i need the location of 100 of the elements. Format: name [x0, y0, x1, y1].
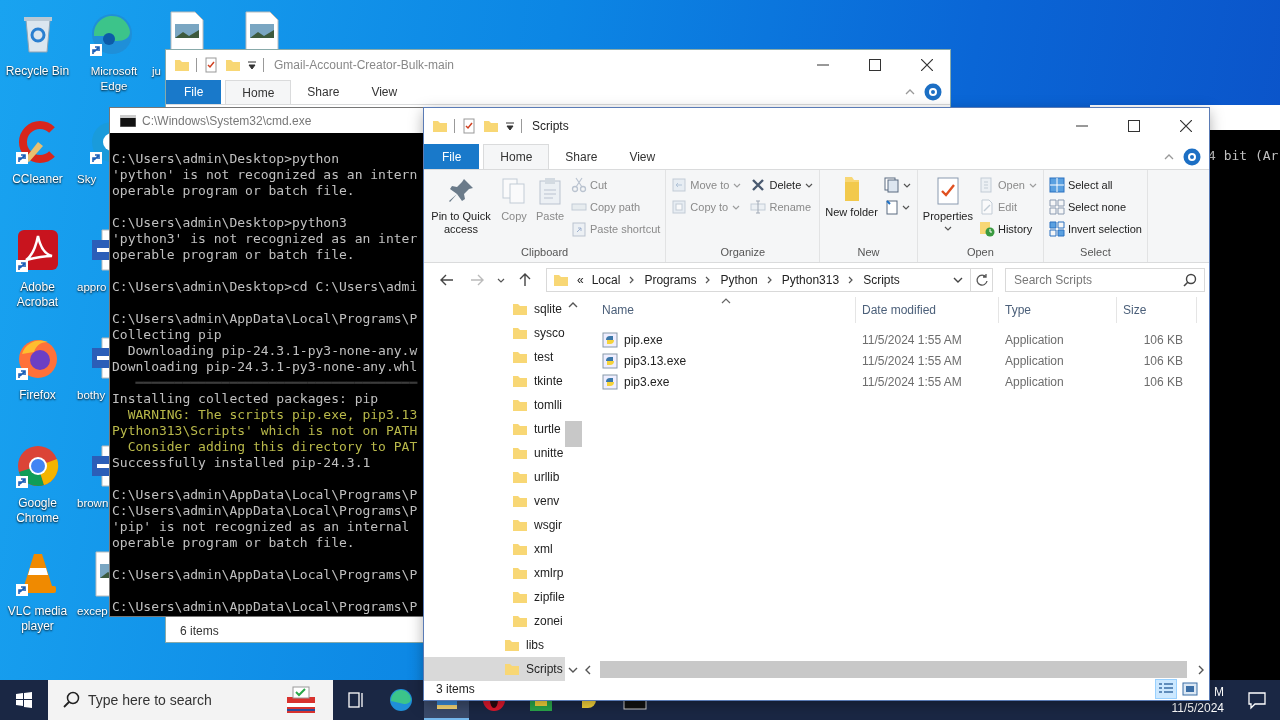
console-line: 'pip' is not recognized as an internal: [112, 519, 410, 534]
tree-item[interactable]: sqlite: [424, 297, 565, 321]
tree-item[interactable]: zonei: [424, 609, 565, 633]
ribbon-tab[interactable]: Home: [483, 144, 550, 169]
tree-item[interactable]: libs: [424, 633, 565, 657]
ribbon-tab[interactable]: File: [166, 80, 222, 104]
tree-item[interactable]: sysco: [424, 321, 565, 345]
breadcrumb[interactable]: Scripts: [863, 273, 900, 287]
overflow-chevron[interactable]: «: [577, 273, 584, 287]
tree-item[interactable]: zipfile: [424, 585, 565, 609]
select-none-icon: [1048, 199, 1065, 215]
folder-icon: [553, 272, 569, 288]
tree-item[interactable]: tkinte: [424, 369, 565, 393]
tree-item[interactable]: xml: [424, 537, 565, 561]
breadcrumb[interactable]: Python: [720, 273, 758, 287]
breadcrumb[interactable]: Local: [591, 273, 621, 287]
file-date: 11/5/2024 1:55 AM: [861, 332, 963, 347]
maximize-icon: [869, 59, 881, 71]
console-line: C:\Users\admin\Desktop>python: [112, 151, 339, 166]
file-row[interactable]: pip3.13.exe 11/5/2024 1:55 AM Application 106 KB: [580, 350, 1209, 371]
folder-icon: [512, 493, 528, 509]
view-button[interactable]: [1155, 679, 1177, 699]
tree-item[interactable]: venv: [424, 489, 565, 513]
file-type: Application: [1004, 353, 1065, 368]
delete-icon: [750, 177, 767, 193]
rename-icon: [750, 199, 767, 215]
status-text: 3 items: [436, 682, 475, 696]
folder-icon: [225, 57, 241, 73]
column-header[interactable]: Type: [999, 297, 1117, 323]
console-line: operable program or batch file.: [112, 247, 355, 262]
ribbon-button[interactable]: History: [977, 218, 1040, 240]
group-label: Organize: [719, 245, 767, 260]
scroll-down-icon: [568, 666, 579, 674]
file-row[interactable]: pip3.exe 11/5/2024 1:55 AM Application 106 KB: [580, 371, 1209, 392]
address-bar[interactable]: « Local Programs Python Python313 Scripts: [546, 268, 971, 292]
edit-icon: [979, 199, 995, 215]
ribbon-button[interactable]: Select none: [1046, 196, 1144, 218]
breadcrumb[interactable]: Python313: [781, 273, 840, 287]
console-line: 'python3' is not recognized as an inter: [112, 231, 418, 246]
ribbon-button[interactable]: Properties: [920, 174, 975, 244]
ribbon-tab[interactable]: File: [424, 144, 480, 169]
window-title: C:\Windows\System32\cmd.exe: [142, 113, 312, 128]
search-field[interactable]: Type here to search: [48, 680, 333, 720]
scrollbar-thumb[interactable]: [564, 421, 582, 447]
tree-item[interactable]: unitte: [424, 441, 565, 465]
column-header[interactable]: Size: [1117, 297, 1197, 323]
refresh-icon: [974, 273, 989, 287]
ribbon-tab[interactable]: Home: [225, 80, 292, 104]
ribbon-tab[interactable]: View: [355, 80, 414, 104]
ribbon-tab[interactable]: Share: [549, 144, 614, 169]
ribbon-button[interactable]: New folder: [823, 174, 880, 244]
forward-icon: [469, 272, 485, 288]
folder-icon: [483, 118, 499, 134]
console-line: C:\Users\admin\Desktop>cd C:\Users\admi: [112, 279, 418, 294]
folder-icon: [512, 589, 528, 605]
file-name: pip.exe: [624, 332, 663, 347]
task-view-icon: [345, 690, 366, 710]
breadcrumb[interactable]: Programs: [644, 273, 697, 287]
file-date: 11/5/2024 1:55 AM: [861, 374, 963, 389]
python-file-icon: [602, 373, 618, 390]
tree-item[interactable]: test: [424, 345, 565, 369]
ribbon-button[interactable]: Pin to Quick access: [427, 174, 495, 244]
folder-icon: [504, 661, 520, 677]
python-file-icon: [602, 352, 618, 369]
back-icon: [439, 272, 455, 288]
view-button[interactable]: [1179, 679, 1201, 699]
maximize-icon: [1128, 120, 1140, 132]
folder-icon: [434, 700, 459, 712]
scroll-right-icon: [1197, 664, 1205, 675]
select-all-icon: [1048, 177, 1065, 193]
ribbon-button[interactable]: Delete: [748, 174, 817, 196]
tree-item[interactable]: turtle: [424, 417, 565, 441]
column-header[interactable]: Date modified: [856, 297, 999, 323]
console-line: Downloading pip-24.3.1-py3-none-any.w: [126, 343, 418, 358]
properties-icon: [461, 118, 477, 134]
file-name: pip3.13.exe: [624, 353, 687, 368]
details-view-icon: [1158, 682, 1174, 696]
window-title: Scripts: [532, 119, 569, 133]
tree-item[interactable]: Scripts: [424, 657, 565, 681]
search-field[interactable]: Search Scripts: [1005, 268, 1205, 292]
ribbon-button[interactable]: Invert selection: [1046, 218, 1144, 240]
column-header[interactable]: Name: [596, 297, 856, 323]
tree-item[interactable]: xmlrp: [424, 561, 565, 585]
file-row[interactable]: pip.exe 11/5/2024 1:55 AM Application 106 KB: [580, 329, 1209, 350]
console-line: operable program or batch file.: [112, 535, 355, 550]
ribbon-button[interactable]: Select all: [1046, 174, 1144, 196]
taskbar-app[interactable]: [424, 700, 469, 720]
folder-icon: [512, 469, 528, 485]
console-line: Consider adding this directory to PAT: [126, 439, 418, 454]
tree-item[interactable]: urllib: [424, 465, 565, 489]
ribbon-tab[interactable]: View: [613, 144, 672, 169]
open-icon: [979, 177, 995, 193]
tree-item[interactable]: wsgir: [424, 513, 565, 537]
file-date: 11/5/2024 1:55 AM: [861, 353, 963, 368]
refresh-button[interactable]: [971, 268, 993, 292]
ribbon-tab[interactable]: Share: [291, 80, 356, 104]
folder-icon: [512, 517, 528, 533]
properties-icon: [203, 57, 219, 73]
scrollbar-thumb[interactable]: [600, 661, 1187, 678]
tree-item[interactable]: tomlli: [424, 393, 565, 417]
